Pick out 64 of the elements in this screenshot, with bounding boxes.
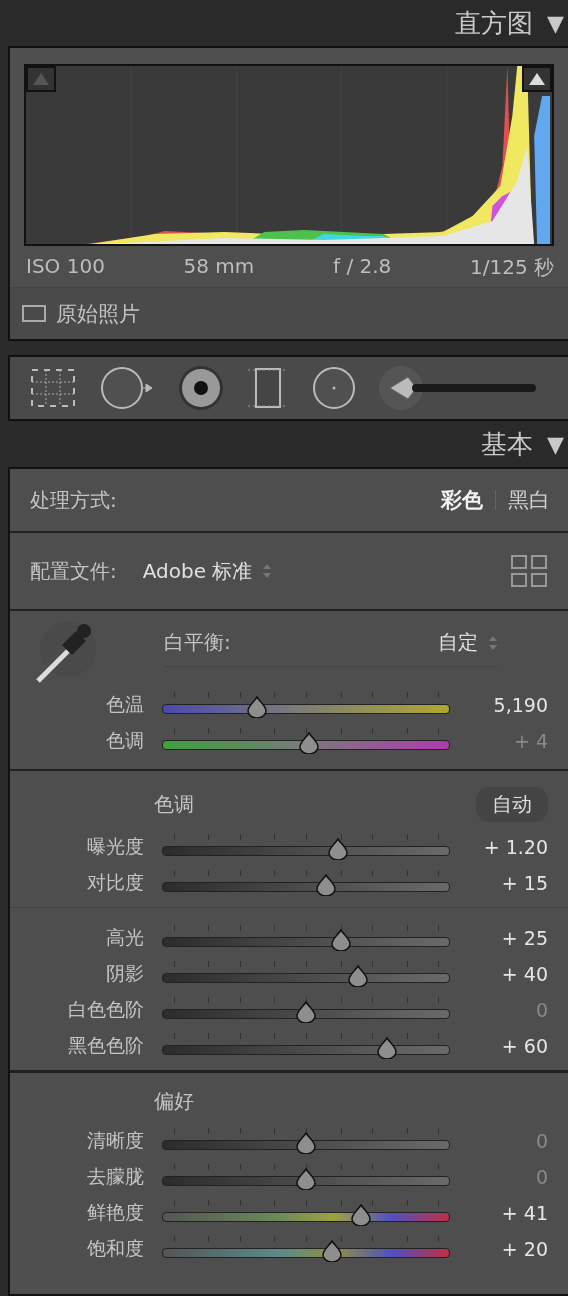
slider-thumb[interactable] <box>247 696 268 718</box>
slider-label: 色温 <box>105 692 144 717</box>
section-title: 色调 <box>154 790 194 818</box>
slider-value: 5,190 <box>492 694 548 716</box>
slider-label: 去朦胧 <box>86 1164 144 1189</box>
slider-label: 阴影 <box>105 961 144 986</box>
slider-value: + 60 <box>500 1035 548 1057</box>
eye-icon[interactable] <box>178 365 224 411</box>
exif-info: 58 mm <box>183 254 255 280</box>
slider-value: + 41 <box>500 1202 548 1224</box>
slider-value: 0 <box>534 999 548 1021</box>
slider-label: 饱和度 <box>86 1236 144 1261</box>
exif-info: 1/125 秒 <box>470 254 554 281</box>
slider-thumb[interactable] <box>327 838 348 860</box>
triangle-icon <box>32 72 50 86</box>
highlight-clipping-button[interactable] <box>522 66 552 92</box>
treatment-label: 处理方式: <box>30 486 117 514</box>
balance-label: 白平衡: <box>164 629 231 656</box>
collapse-toggle[interactable]: ▼ <box>547 431 564 457</box>
balance-mode[interactable]: 自定 <box>438 629 478 656</box>
profile-label: 配置文件: <box>30 557 117 585</box>
slider-value: + 1.20 <box>482 836 548 858</box>
section-title: 偏好 <box>154 1087 194 1115</box>
slider-label: 黑色色阶 <box>67 1033 144 1058</box>
slider-thumb[interactable] <box>350 1204 371 1226</box>
slider-label: 对比度 <box>86 870 144 895</box>
shadow-clipping-button[interactable] <box>26 66 56 92</box>
slider-value: + 40 <box>500 963 548 985</box>
slider-value: + 25 <box>500 927 548 949</box>
slider-label: 白色色阶 <box>67 997 144 1022</box>
slider-label: 清晰度 <box>86 1128 144 1153</box>
slider-value: 0 <box>534 1166 548 1188</box>
slider-value: + 4 <box>512 730 548 752</box>
slider-thumb[interactable] <box>316 874 337 896</box>
slider-thumb[interactable] <box>296 1001 316 1023</box>
slider-value: + 15 <box>500 872 548 894</box>
slider-value: 0 <box>534 1130 548 1152</box>
slider-thumb[interactable] <box>298 732 319 754</box>
slider-thumb[interactable] <box>321 1240 342 1262</box>
triangle-icon <box>528 72 546 86</box>
slider-label: 高光 <box>105 925 144 950</box>
checkbox[interactable] <box>22 305 46 322</box>
profile-value[interactable]: Adobe 标准 <box>142 557 253 585</box>
slider-thumb[interactable] <box>347 965 368 987</box>
panel-title[interactable]: 直方图 <box>455 5 534 41</box>
exif-info: ISO 100 <box>26 254 105 280</box>
radial-filter-icon[interactable] <box>312 366 356 410</box>
grid-icon[interactable] <box>510 554 550 588</box>
checkbox-label[interactable]: 原始照片 <box>56 299 140 328</box>
slider-thumb[interactable] <box>376 1037 397 1059</box>
slider-value: + 20 <box>500 1238 548 1260</box>
slider-thumb[interactable] <box>330 929 351 951</box>
treatment-option[interactable]: 彩色 <box>441 486 483 514</box>
slider-label: 曝光度 <box>86 834 144 859</box>
collapse-toggle[interactable]: ▼ <box>547 10 564 36</box>
exif-info: f / 2.8 <box>333 254 392 280</box>
auto-button[interactable]: 自动 <box>476 786 548 822</box>
slider-thumb[interactable] <box>296 1168 316 1190</box>
slider-label: 鲜艳度 <box>86 1200 144 1225</box>
treatment-option[interactable]: 黑白 <box>508 486 550 514</box>
slider-thumb[interactable] <box>296 1132 316 1154</box>
slider-label: 色调 <box>105 728 144 753</box>
crop-overlay-icon[interactable] <box>28 366 78 410</box>
panel-title[interactable]: 基本 <box>481 426 534 462</box>
